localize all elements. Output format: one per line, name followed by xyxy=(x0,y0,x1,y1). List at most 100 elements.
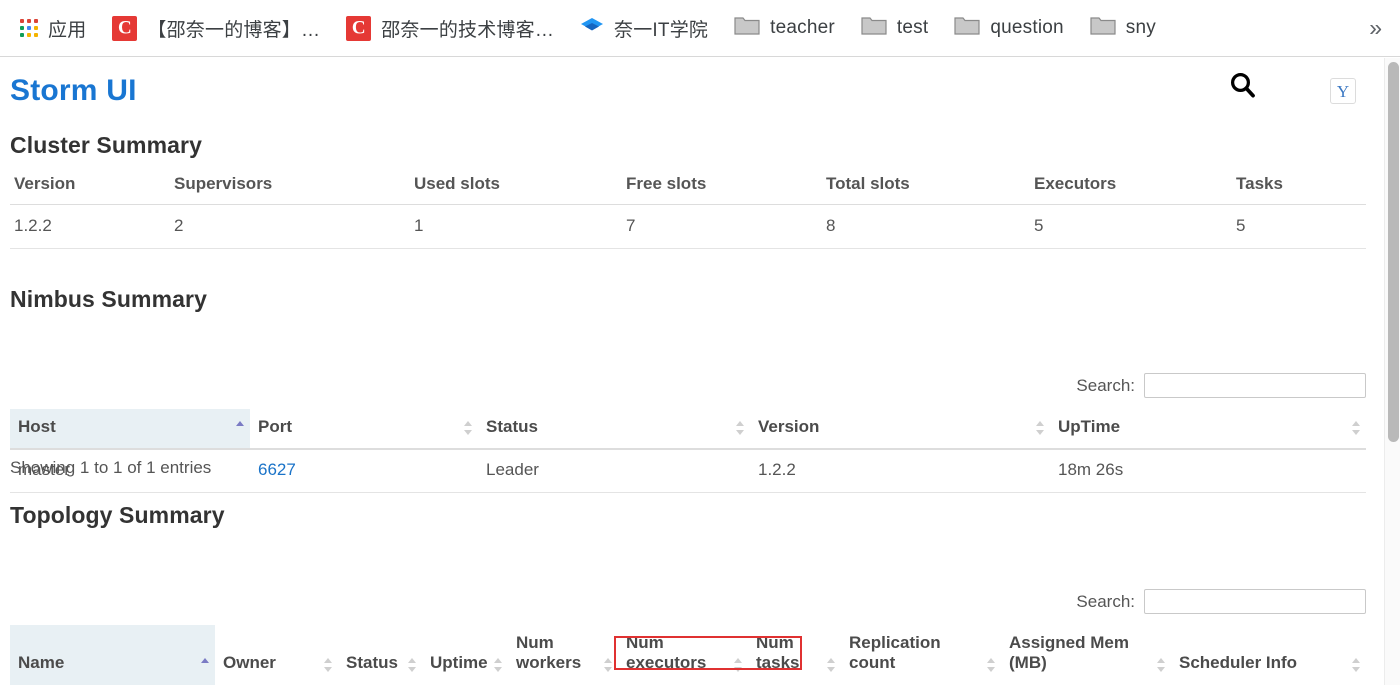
cell-version: 1.2.2 xyxy=(10,204,170,249)
column-header-port[interactable]: Port xyxy=(250,409,478,451)
column-header-version[interactable]: Version xyxy=(750,409,1050,451)
bookmark-folder-teacher[interactable]: teacher xyxy=(728,11,841,45)
column-header-executors[interactable]: Executors xyxy=(1030,168,1232,205)
topology-summary-table: Name Owner Status Uptime Num workers Num… xyxy=(10,625,1366,685)
sort-both-icon xyxy=(324,657,333,672)
column-header-total-slots[interactable]: Total slots xyxy=(822,168,1030,205)
csdn-icon xyxy=(346,15,372,41)
cluster-summary-table: Version Supervisors Used slots Free slot… xyxy=(10,168,1366,249)
page-scrollbar-thumb[interactable] xyxy=(1388,62,1399,442)
sort-both-icon xyxy=(1352,657,1361,672)
sort-ascending-icon xyxy=(201,657,210,672)
table-row: master 6627 Leader 1.2.2 18m 26s xyxy=(10,449,1366,494)
column-label: Status xyxy=(486,417,538,436)
browser-bookmarks-bar: 应用 【邵奈一的博客】… 邵奈一的技术博客… 奈一IT学院 teacher xyxy=(0,0,1400,57)
cell-port: 6627 xyxy=(250,449,478,494)
column-header-scheduler-info[interactable]: Scheduler Info xyxy=(1171,625,1366,685)
column-header-num-workers[interactable]: Num workers xyxy=(508,625,618,685)
graduation-cap-icon xyxy=(580,14,604,43)
column-header-num-executors[interactable]: Num executors xyxy=(618,625,748,685)
nimbus-search-row: Search: xyxy=(10,373,1366,398)
column-label: Scheduler Info xyxy=(1179,653,1298,673)
column-header-num-tasks[interactable]: Num tasks xyxy=(748,625,841,685)
port-link[interactable]: 6627 xyxy=(258,460,296,479)
column-header-status[interactable]: Status xyxy=(478,409,750,451)
column-header-owner[interactable]: Owner xyxy=(215,625,338,685)
sort-both-icon xyxy=(734,657,743,672)
column-header-used-slots[interactable]: Used slots xyxy=(410,168,622,205)
translate-glyph: Y xyxy=(1336,81,1350,101)
bookmark-label: sny xyxy=(1125,17,1156,38)
column-header-host[interactable]: Host xyxy=(10,409,250,451)
sort-both-icon xyxy=(464,421,473,436)
column-label: Num workers xyxy=(516,633,582,673)
folder-icon xyxy=(1090,15,1116,41)
topology-search-input[interactable] xyxy=(1144,589,1366,614)
cell-tasks: 5 xyxy=(1232,204,1366,249)
bookmark-folder-sny[interactable]: sny xyxy=(1084,11,1162,45)
sort-both-icon xyxy=(736,421,745,436)
column-label: Port xyxy=(258,417,292,436)
column-header-name[interactable]: Name xyxy=(10,625,215,685)
sort-both-icon xyxy=(494,657,503,672)
cell-version: 1.2.2 xyxy=(750,449,1050,494)
nimbus-summary-table: Host Port Status Version UpTime master 6… xyxy=(10,409,1366,494)
column-label: Status xyxy=(346,653,398,673)
bookmark-label: 奈一IT学院 xyxy=(614,19,709,41)
column-label: Owner xyxy=(223,653,276,673)
topology-search-row: Search: xyxy=(10,589,1366,614)
page-content: Storm UI Y Cluster Summary Version Super… xyxy=(0,58,1384,685)
column-header-tasks[interactable]: Tasks xyxy=(1232,168,1366,205)
translate-icon[interactable]: Y xyxy=(1330,78,1356,104)
cell-status: Leader xyxy=(478,449,750,494)
cell-supervisors: 2 xyxy=(170,204,410,249)
sort-both-icon xyxy=(1036,421,1045,436)
bookmark-item-csdn-tech-blog[interactable]: 邵奈一的技术博客… xyxy=(340,11,560,45)
sort-both-icon xyxy=(408,657,417,672)
column-header-free-slots[interactable]: Free slots xyxy=(622,168,822,205)
bookmark-label: teacher xyxy=(770,17,835,38)
column-header-status[interactable]: Status xyxy=(338,625,422,685)
column-header-uptime[interactable]: UpTime xyxy=(1050,409,1366,451)
cell-executors: 5 xyxy=(1030,204,1232,249)
column-label: UpTime xyxy=(1058,417,1121,436)
nimbus-search-label: Search: xyxy=(1076,375,1135,395)
search-icon[interactable] xyxy=(1228,70,1262,104)
cell-free-slots: 7 xyxy=(622,204,822,249)
bookmark-label: question xyxy=(990,17,1064,38)
cell-used-slots: 1 xyxy=(410,204,622,249)
page-scrollbar[interactable] xyxy=(1384,58,1400,685)
bookmark-folder-test[interactable]: test xyxy=(855,11,934,45)
folder-icon xyxy=(734,15,760,41)
column-header-supervisors[interactable]: Supervisors xyxy=(170,168,410,205)
column-label: Version xyxy=(758,417,820,436)
folder-icon xyxy=(861,15,887,41)
nimbus-entries-info: Showing 1 to 1 of 1 entries xyxy=(10,458,212,477)
bookmark-label: 邵奈一的技术博客… xyxy=(381,19,555,41)
sort-both-icon xyxy=(1157,657,1166,672)
column-header-version[interactable]: Version xyxy=(10,168,170,205)
bookmark-item-apps[interactable]: 应用 xyxy=(14,11,92,45)
column-label: Num tasks xyxy=(756,633,800,673)
csdn-icon xyxy=(112,15,138,41)
sort-ascending-icon xyxy=(236,421,245,435)
column-header-uptime[interactable]: Uptime xyxy=(422,625,508,685)
bookmarks-overflow-chevron-icon[interactable]: » xyxy=(1369,15,1382,42)
cluster-summary-heading: Cluster Summary xyxy=(10,132,202,158)
sort-both-icon xyxy=(987,657,996,672)
cell-total-slots: 8 xyxy=(822,204,1030,249)
bookmark-label: test xyxy=(896,17,929,38)
table-header-row: Version Supervisors Used slots Free slot… xyxy=(10,168,1366,205)
sort-both-icon xyxy=(1352,421,1361,436)
table-row: 1.2.2 2 1 7 8 5 5 xyxy=(10,204,1366,249)
bookmark-item-it-academy[interactable]: 奈一IT学院 xyxy=(574,11,714,45)
column-header-assigned-mem[interactable]: Assigned Mem (MB) xyxy=(1001,625,1171,685)
column-header-replication-count[interactable]: Replication count xyxy=(841,625,1001,685)
nimbus-search-input[interactable] xyxy=(1144,373,1366,398)
column-label: Uptime xyxy=(430,653,488,673)
bookmark-folder-question[interactable]: question xyxy=(948,11,1069,45)
table-header-row: Name Owner Status Uptime Num workers Num… xyxy=(10,625,1366,685)
sort-both-icon xyxy=(604,657,613,672)
cell-uptime: 18m 26s xyxy=(1050,449,1366,494)
bookmark-item-csdn-blog[interactable]: 【邵奈一的博客】… xyxy=(106,11,326,45)
